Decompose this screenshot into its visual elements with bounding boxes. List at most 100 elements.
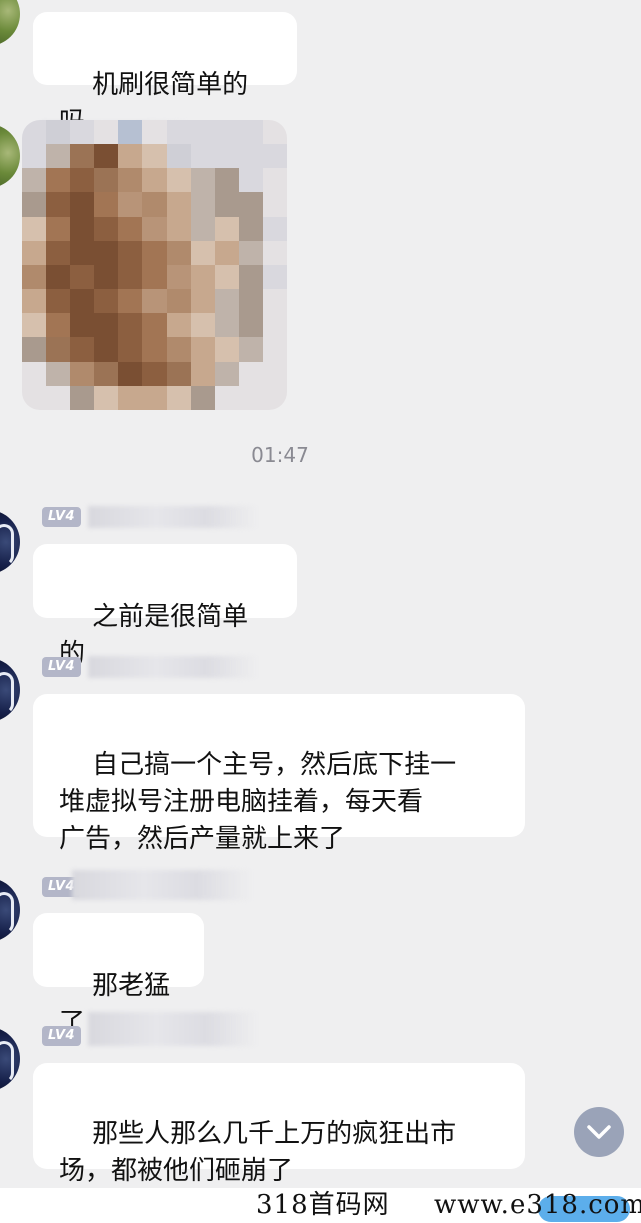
- nickname-blurred: [88, 656, 258, 678]
- image-pixel: [142, 264, 167, 290]
- image-pixel: [142, 385, 167, 410]
- avatar[interactable]: [0, 124, 20, 188]
- chevron-down-icon: [587, 1125, 611, 1139]
- image-pixel: [70, 264, 95, 290]
- image-pixel: [190, 337, 215, 362]
- image-pixel: [94, 168, 119, 193]
- image-pixel: [262, 192, 287, 217]
- image-pixel: [214, 216, 239, 241]
- image-pixel: [238, 168, 263, 193]
- message-bubble[interactable]: 自己搞一个主号，然后底下挂一 堆虚拟号注册电脑挂着，每天看 广告，然后产量就上来…: [33, 694, 525, 854]
- image-pixel: [238, 144, 263, 169]
- image-pixel: [142, 192, 167, 217]
- image-pixel: [262, 144, 287, 169]
- image-pixel: [166, 168, 191, 193]
- image-pixel: [262, 289, 287, 314]
- image-pixel: [46, 120, 71, 145]
- image-pixel: [22, 264, 47, 290]
- image-pixel: [166, 120, 191, 145]
- image-pixel: [118, 240, 143, 265]
- image-pixel: [166, 216, 191, 241]
- image-pixel: [22, 289, 47, 314]
- image-pixel: [46, 313, 71, 338]
- image-pixel: [46, 144, 71, 169]
- image-pixel: [70, 361, 95, 386]
- image-pixel: [190, 144, 215, 169]
- image-pixel: [190, 240, 215, 265]
- image-pixel: [166, 144, 191, 169]
- image-pixel: [166, 361, 191, 386]
- image-pixel: [22, 313, 47, 338]
- image-pixel: [262, 216, 287, 241]
- image-pixel: [190, 120, 215, 145]
- image-pixel: [46, 337, 71, 362]
- image-pixel: [190, 192, 215, 217]
- avatar[interactable]: [0, 0, 20, 46]
- image-pixel: [166, 313, 191, 338]
- image-pixel: [70, 337, 95, 362]
- image-pixel: [46, 240, 71, 265]
- avatar[interactable]: [0, 658, 20, 722]
- image-pixel: [238, 264, 263, 290]
- image-pixel: [262, 264, 287, 290]
- avatar[interactable]: [0, 1027, 20, 1091]
- image-pixel: [70, 192, 95, 217]
- image-pixel: [238, 120, 263, 145]
- image-pixel: [238, 192, 263, 217]
- image-pixel: [94, 192, 119, 217]
- image-pixel: [142, 313, 167, 338]
- image-pixel: [262, 168, 287, 193]
- image-pixel: [238, 337, 263, 362]
- image-pixel: [70, 144, 95, 169]
- image-pixel: [262, 337, 287, 362]
- image-pixel: [238, 313, 263, 338]
- image-pixel: [190, 264, 215, 290]
- image-pixel: [190, 216, 215, 241]
- image-pixel: [142, 120, 167, 145]
- image-pixel: [94, 216, 119, 241]
- message-bubble[interactable]: 那些人那么几千上万的疯狂出市 场，都被他们砸崩了: [33, 1063, 525, 1186]
- image-pixel: [22, 192, 47, 217]
- message-bubble[interactable]: 机刷很简单的吗: [33, 12, 297, 137]
- image-pixel: [214, 120, 239, 145]
- image-pixel: [214, 264, 239, 290]
- image-pixel: [70, 289, 95, 314]
- image-pixel: [118, 337, 143, 362]
- image-pixel: [70, 385, 95, 410]
- image-pixel: [190, 289, 215, 314]
- timestamp: 01:47: [251, 443, 309, 467]
- avatar[interactable]: [0, 878, 20, 942]
- message-bubble[interactable]: 那老猛了: [33, 913, 204, 1038]
- level-badge: LV4: [42, 657, 82, 677]
- image-pixel: [22, 168, 47, 193]
- image-pixel: [46, 192, 71, 217]
- image-pixel: [70, 168, 95, 193]
- message-bubble[interactable]: 之前是很简单的: [33, 544, 297, 669]
- image-pixel: [118, 264, 143, 290]
- image-pixel: [118, 361, 143, 386]
- image-pixel: [190, 168, 215, 193]
- scroll-to-bottom-button[interactable]: [574, 1107, 624, 1157]
- image-pixel: [94, 337, 119, 362]
- image-message[interactable]: [22, 120, 287, 410]
- image-pixel: [262, 385, 287, 410]
- image-pixel: [238, 240, 263, 265]
- image-pixel: [94, 264, 119, 290]
- image-pixel: [214, 240, 239, 265]
- image-pixel: [22, 337, 47, 362]
- image-pixel: [262, 120, 287, 145]
- image-pixel: [94, 144, 119, 169]
- image-pixel: [118, 385, 143, 410]
- image-pixel: [46, 264, 71, 290]
- image-pixel: [46, 361, 71, 386]
- nickname-blurred: [72, 870, 252, 900]
- nickname-blurred: [88, 506, 258, 528]
- image-pixel: [22, 385, 47, 410]
- image-pixel: [94, 240, 119, 265]
- level-badge: LV4: [42, 507, 82, 527]
- image-pixel: [118, 313, 143, 338]
- message-text: 自己搞一个主号，然后底下挂一 堆虚拟号注册电脑挂着，每天看 广告，然后产量就上来…: [59, 750, 457, 854]
- avatar[interactable]: [0, 510, 20, 574]
- nickname-blurred: [88, 1012, 258, 1046]
- image-pixel: [214, 192, 239, 217]
